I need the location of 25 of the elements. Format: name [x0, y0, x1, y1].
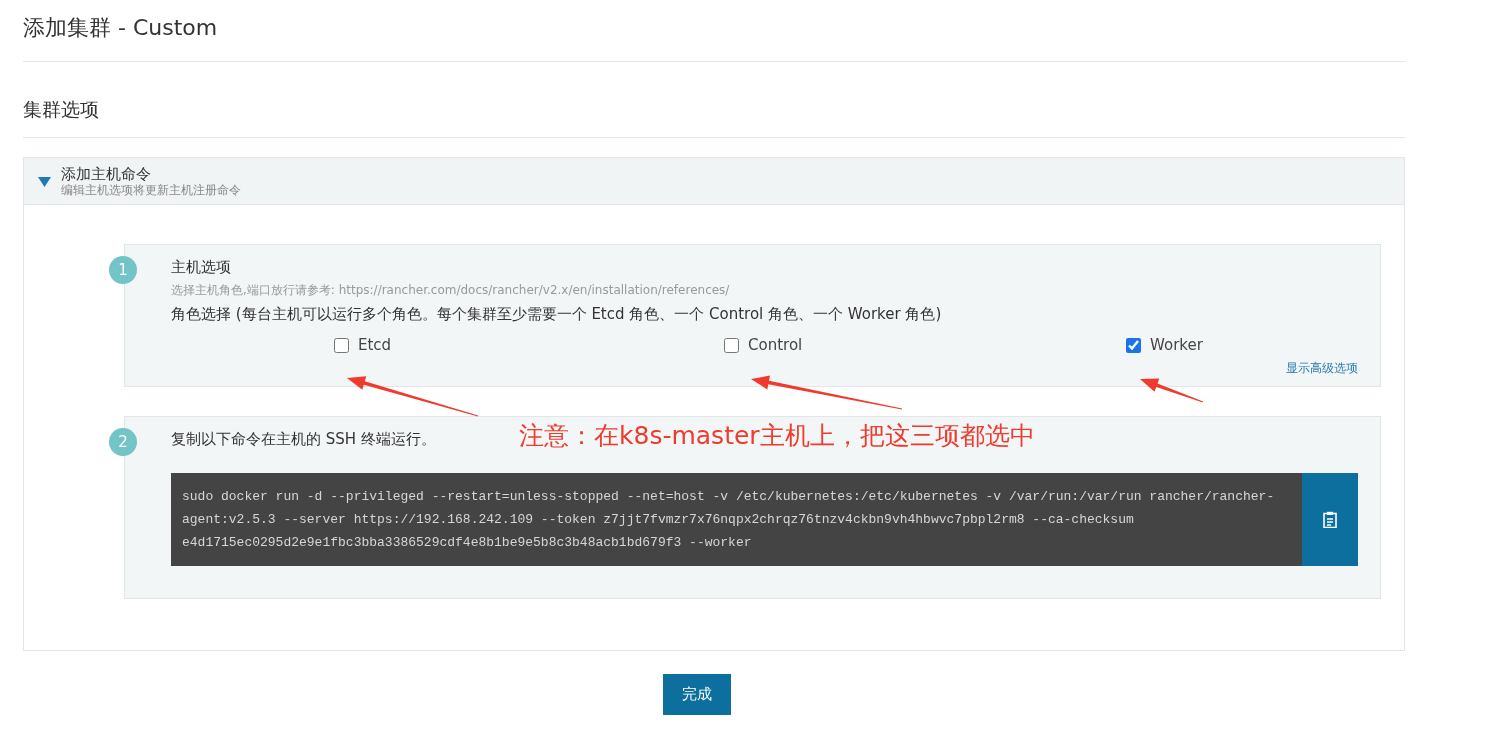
command-block: sudo docker run -d --privileged --restart=unless-stopped --net=host -v /etc/kubernetes:/etc/kubernetes -v /var/run:/var/run rancher/rancher-agent:v2.5.3 --server https://192.168.242.109 --token z7jjt7fvmzr7x76nqpx2chrqz76tnzv4ckbn9vh4hbwvc7pbpl2rm8 --ca-checksum e4d1715ec0295d2e9e1fbc3bba3386529cdf4e8b1be9e5b8c3b48acb1bd679f3 --worker — [171, 473, 1302, 566]
step-number: 1 — [109, 256, 137, 284]
accordion-subtitle: 编辑主机选项将更新主机注册命令 — [61, 183, 241, 197]
step-title: 主机选项 — [171, 257, 231, 277]
checkbox-label: Etcd — [358, 335, 392, 356]
annotation-arrow — [1140, 378, 1204, 403]
finish-button[interactable]: 完成 — [662, 674, 731, 715]
clipboard-icon — [1322, 511, 1338, 528]
section-title: 集群选项 — [23, 97, 100, 121]
copy-button[interactable] — [1302, 473, 1358, 566]
checkbox-label: Control — [748, 335, 803, 356]
checkbox-label: Worker — [1150, 335, 1203, 356]
role-checkbox[interactable] — [1126, 337, 1141, 353]
caret-down-icon — [38, 175, 51, 187]
hint-text: 选择主机角色,端口放行请参考: https://rancher.com/docs/rancher/v2.x/en/installation/references/ — [171, 282, 731, 298]
advanced-options-link[interactable]: 显示高级选项 — [1286, 360, 1358, 376]
role-checkbox[interactable] — [334, 337, 349, 353]
accordion-title: 添加主机命令 — [61, 165, 152, 183]
role-prompt: 角色选择 (每台主机可以运行多个角色。每个集群至少需要一个 Etcd 角色、一个 Control 角色、一个 Worker 角色) — [171, 304, 943, 324]
accordion-header[interactable]: 添加主机命令 编辑主机选项将更新主机注册命令 — [24, 158, 1404, 205]
step-title: 复制以下命令在主机的 SSH 终端运行。 — [171, 429, 436, 449]
step-number: 2 — [109, 428, 137, 456]
annotation-text: 注意：在k8s-master主机上，把这三项都选中 — [519, 420, 1035, 452]
role-checkbox[interactable] — [724, 337, 739, 353]
page-title: 添加集群 - Custom — [23, 14, 219, 42]
